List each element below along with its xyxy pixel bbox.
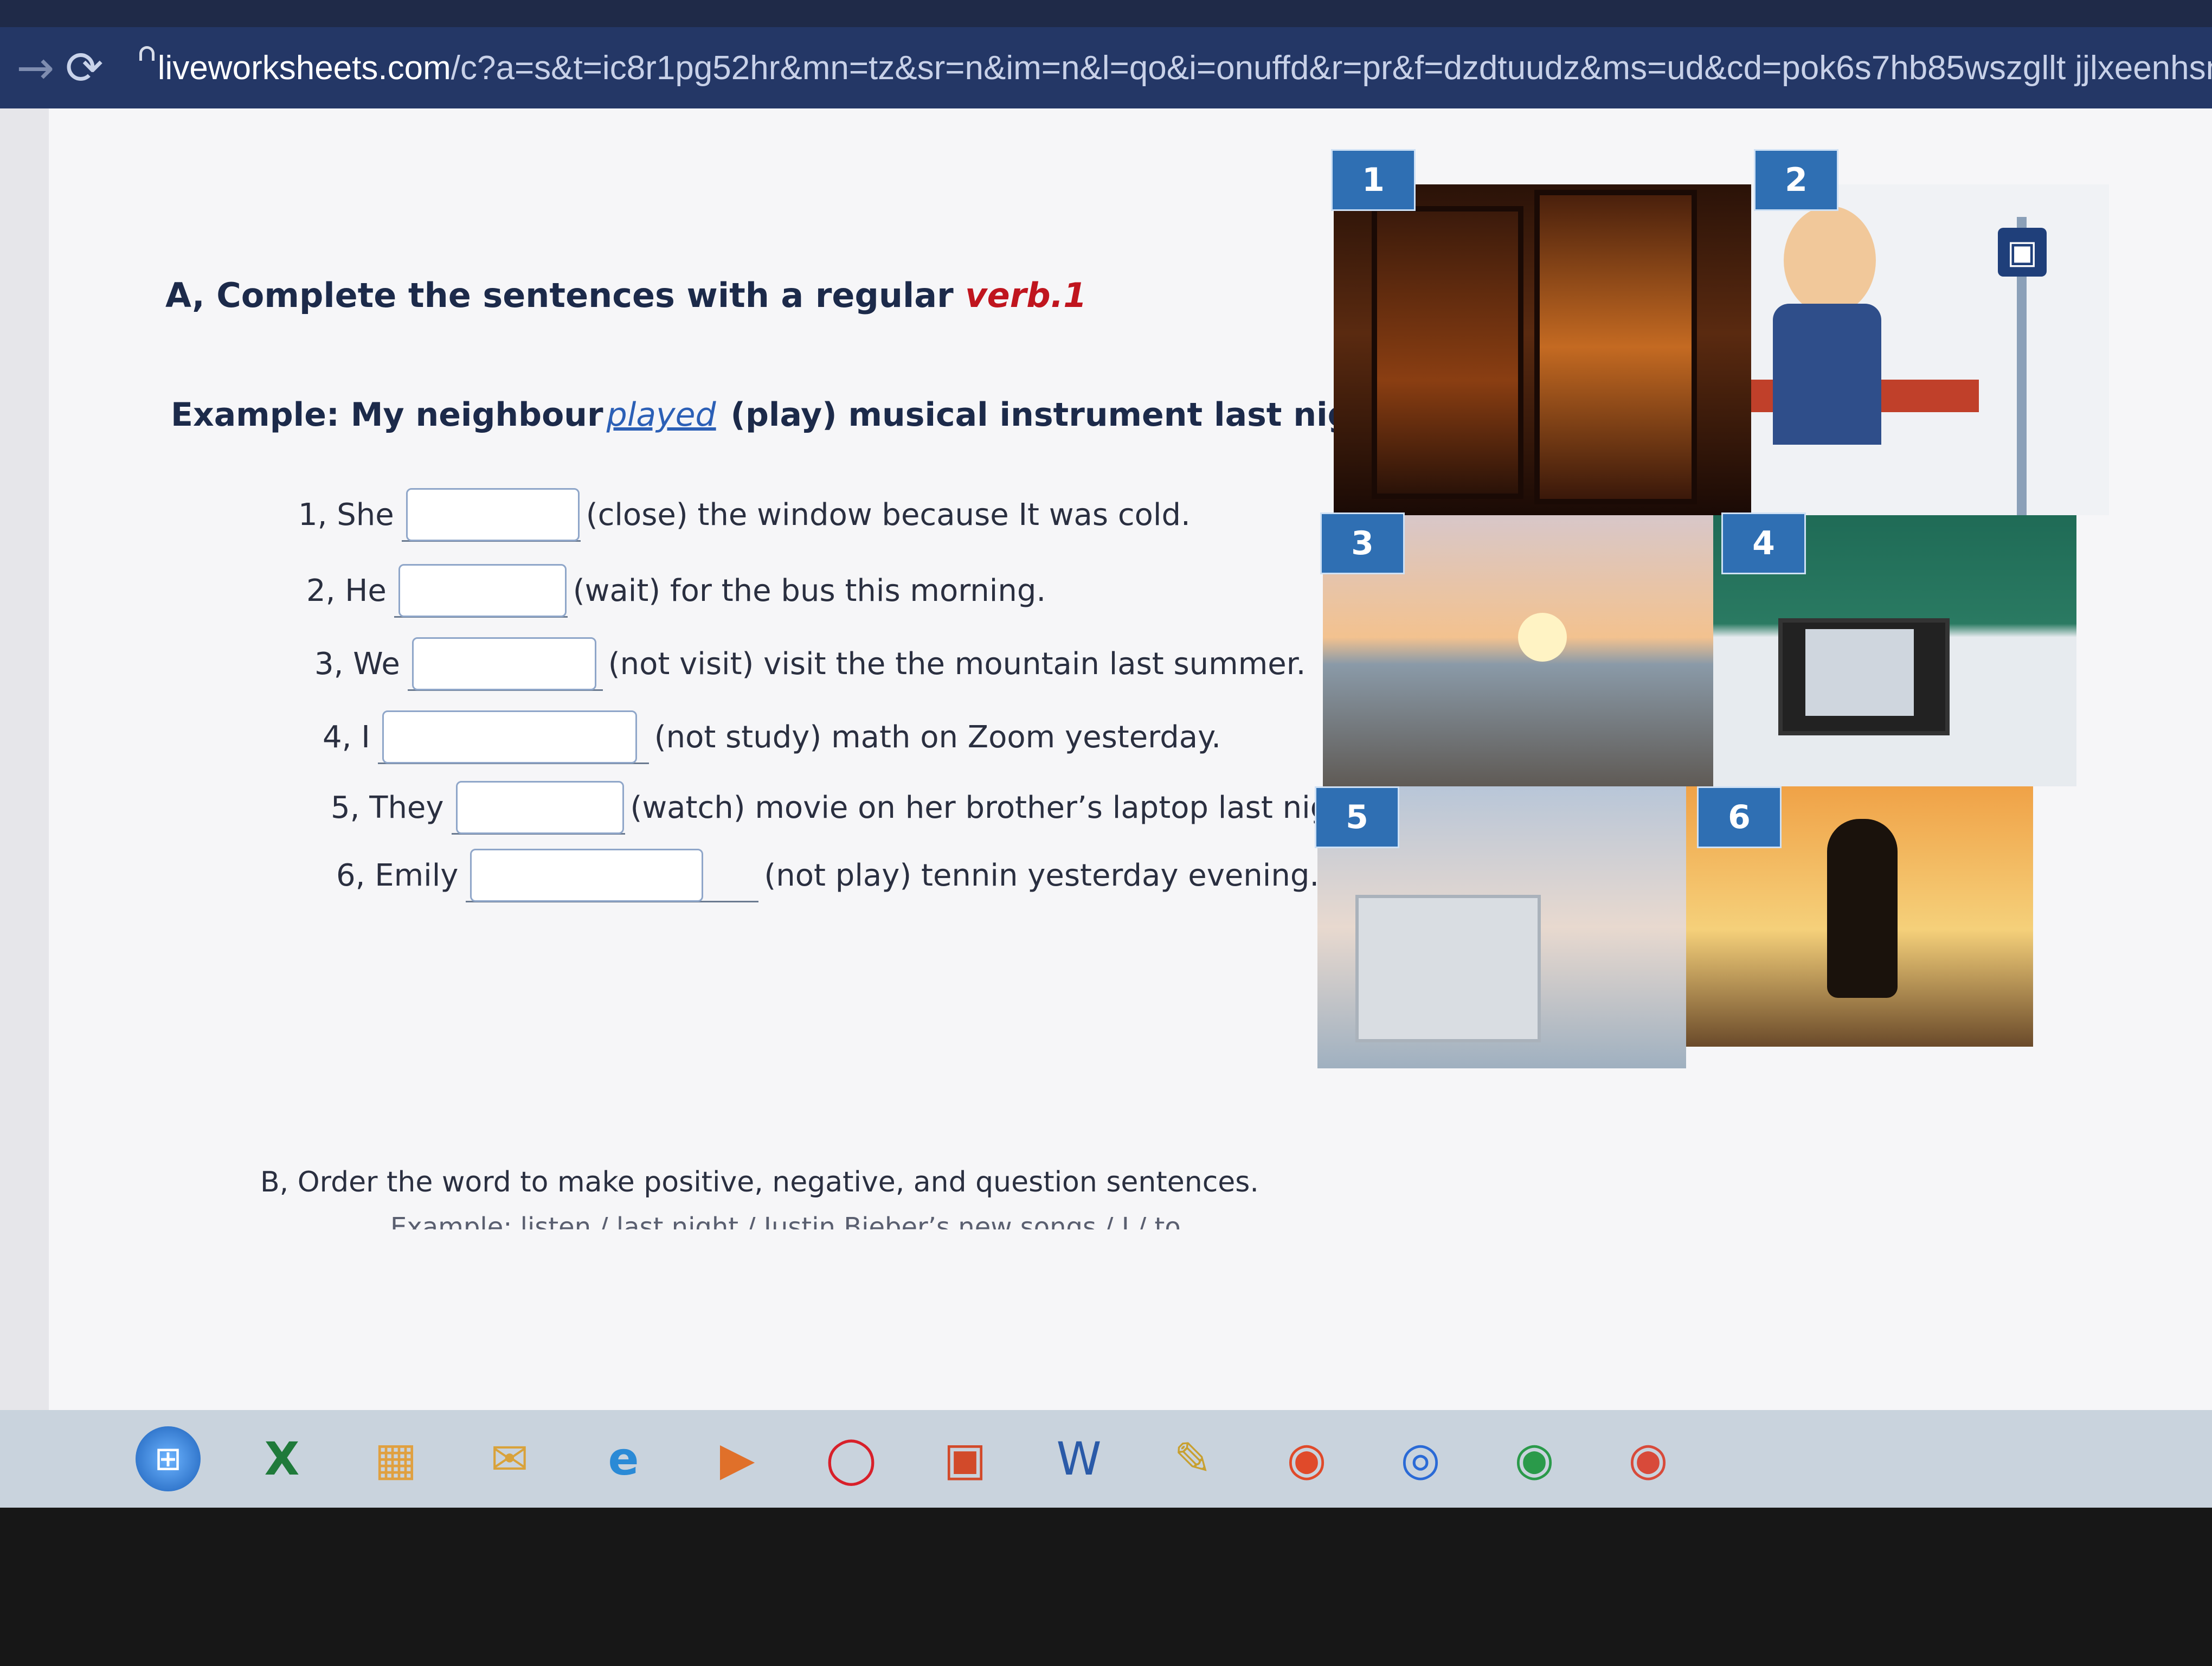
picture-badge-5: 5 — [1315, 786, 1399, 848]
question-number: 1, She — [298, 497, 394, 533]
section-a-heading: A, Complete the sentences with a regular… — [165, 275, 1086, 315]
question-4: 4, I (not study) math on Zoom yesterday. — [323, 710, 1221, 764]
chrome-icon[interactable]: ◉ — [1274, 1426, 1339, 1491]
question-6: 6, Emily (not play) tennin yesterday eve… — [336, 849, 1319, 902]
example-suffix: (play) musical instrument last night. — [719, 396, 1402, 434]
question-number: 5, They — [331, 790, 444, 825]
answer-line — [466, 849, 759, 902]
window-pane-left — [1372, 206, 1523, 499]
picture-badge-3: 3 — [1320, 512, 1405, 574]
section-b-example: Example: listen / last night / Justin Bi… — [390, 1212, 1181, 1229]
answer-input-1[interactable] — [406, 488, 580, 541]
answer-line — [377, 710, 649, 764]
browser-address-bar[interactable]: → ⟳ liveworksheets.com/c?a=s&t=ic8r1pg52… — [0, 27, 2212, 108]
powerpoint-icon[interactable]: ▣ — [933, 1426, 998, 1491]
reload-icon[interactable]: ⟳ — [65, 27, 103, 108]
chrome-profile-2-icon[interactable]: ◉ — [1616, 1426, 1681, 1491]
picture-badge-1: 1 — [1331, 149, 1416, 211]
heading-text: A, Complete the sentences with a regular — [165, 275, 966, 315]
question-1: 1, She (close) the window because It was… — [298, 488, 1191, 542]
example-prefix: Example: My neighbour — [171, 396, 603, 434]
chrome-profile-icon[interactable]: ◉ — [1502, 1426, 1567, 1491]
windows-taskbar: ⊞ X ▦ ✉ e ▶ ◯ ▣ W ✎ ◉ ◎ ◉ ◉ — [0, 1410, 2212, 1508]
answer-input-3[interactable] — [411, 637, 596, 690]
question-text: (not study) math on Zoom yesterday. — [654, 720, 1221, 755]
question-text: (not visit) visit the the mountain last … — [608, 646, 1306, 682]
url-path: /c?a=s&t=ic8r1pg52hr&mn=tz&sr=n&im=n&l=q… — [451, 49, 2212, 87]
answer-line — [451, 781, 625, 835]
bus-sign-icon: ▣ — [1998, 228, 2047, 277]
question-text: (wait) for the bus this morning. — [573, 573, 1046, 608]
forward-icon[interactable]: → — [16, 27, 54, 108]
opera-icon[interactable]: ◯ — [819, 1426, 884, 1491]
question-text: (not play) tennin yesterday evening. — [764, 858, 1320, 893]
picture-badge-6: 6 — [1697, 786, 1782, 848]
start-orb-icon[interactable]: ⊞ — [136, 1426, 201, 1491]
answer-input-2[interactable] — [398, 564, 567, 617]
question-3: 3, We (not visit) visit the the mountain… — [314, 637, 1306, 691]
url-host: liveworksheets.com — [157, 49, 451, 87]
question-number: 4, I — [323, 720, 370, 755]
video-call-shape — [1805, 629, 1914, 716]
excel-icon[interactable]: X — [249, 1426, 314, 1491]
picture-badge-4: 4 — [1721, 512, 1806, 574]
monitor-screen: → ⟳ liveworksheets.com/c?a=s&t=ic8r1pg52… — [0, 0, 2212, 1508]
laptop-shape — [1355, 895, 1541, 1042]
man-suit — [1773, 304, 1881, 445]
section-b-heading: B, Order the word to make positive, nega… — [260, 1166, 1259, 1199]
sun-shape — [1518, 613, 1567, 662]
question-5: 5, They (watch) movie on her brother’s l… — [331, 781, 1370, 835]
calendar-icon[interactable]: ▦ — [363, 1426, 428, 1491]
answer-input-5[interactable] — [455, 781, 624, 834]
question-number: 6, Emily — [336, 858, 459, 893]
silhouette-shape — [1827, 819, 1898, 998]
page-left-margin — [0, 108, 49, 1410]
question-text: (watch) movie on her brother’s laptop la… — [630, 790, 1371, 825]
question-2: 2, He (wait) for the bus this morning. — [306, 564, 1046, 618]
picture-1-window — [1334, 184, 1751, 515]
browser-tab-strip — [0, 0, 2212, 27]
url-text[interactable]: liveworksheets.com/c?a=s&t=ic8r1pg52hr&m… — [158, 49, 2212, 87]
question-number: 3, We — [314, 646, 400, 682]
example-answer: played — [606, 396, 716, 434]
picture-2-bus-stop: ▣ — [1751, 184, 2109, 515]
man-head — [1784, 206, 1876, 315]
firefox-icon[interactable]: ◎ — [1388, 1426, 1453, 1491]
question-number: 2, He — [306, 573, 387, 608]
answer-line — [401, 488, 581, 542]
answer-input-6[interactable] — [470, 849, 704, 902]
example-sentence: Example: My neighbour played (play) music… — [171, 396, 1402, 434]
picture-badge-2: 2 — [1754, 149, 1838, 211]
window-pane-right — [1534, 190, 1697, 504]
answer-line — [407, 637, 603, 691]
answer-line — [394, 564, 568, 618]
internet-explorer-icon[interactable]: e — [591, 1426, 656, 1491]
heading-verb-text: verb.1 — [965, 275, 1087, 315]
mail-icon[interactable]: ✉ — [477, 1426, 542, 1491]
answer-input-4[interactable] — [382, 710, 637, 764]
question-text: (close) the window because It was cold. — [586, 497, 1191, 533]
media-player-icon[interactable]: ▶ — [705, 1426, 770, 1491]
word-icon[interactable]: W — [1046, 1426, 1111, 1491]
tool-icon[interactable]: ✎ — [1160, 1426, 1225, 1491]
